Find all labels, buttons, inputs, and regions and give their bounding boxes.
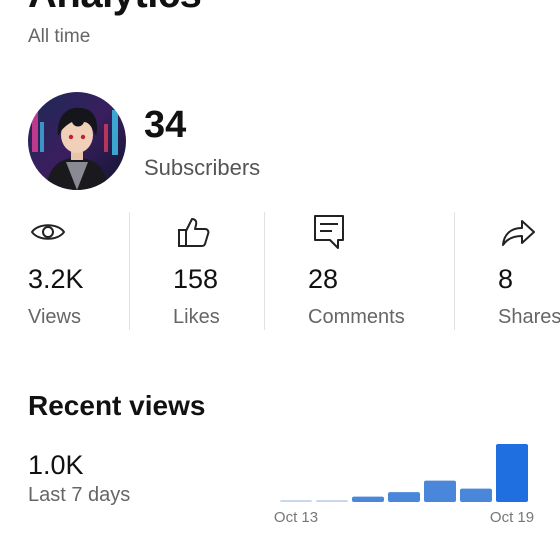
stat-label: Shares	[498, 306, 560, 328]
chart-bar	[280, 500, 312, 502]
stat-value: 28	[308, 264, 339, 294]
avatar[interactable]	[28, 92, 126, 190]
divider	[129, 212, 130, 330]
share-icon	[498, 212, 538, 252]
chart-bar	[352, 496, 384, 502]
x-tick-label: Oct 19	[490, 509, 534, 526]
recent-views-chart[interactable]: Oct 13 Oct 19	[270, 436, 540, 536]
recent-views-range: Last 7 days	[28, 484, 131, 506]
stat-label: Views	[28, 306, 81, 328]
stat-value: 3.2K	[28, 264, 84, 294]
avatar-image	[28, 92, 126, 190]
stat-value: 8	[498, 264, 514, 294]
thumbs-up-icon	[173, 212, 213, 252]
chart-bar	[496, 444, 528, 502]
chart-bar	[388, 492, 420, 502]
divider	[264, 212, 265, 330]
subscriber-count: 34	[144, 104, 187, 146]
period-label[interactable]: All time	[28, 26, 90, 48]
comment-icon	[308, 212, 348, 252]
eye-icon	[28, 212, 68, 252]
recent-views-title: Recent views	[28, 390, 206, 421]
stat-label: Comments	[308, 306, 405, 328]
chart-bar	[424, 480, 456, 502]
chart-bar	[316, 500, 348, 502]
x-tick-label: Oct 13	[274, 509, 318, 526]
stat-value: 158	[173, 264, 219, 294]
chart-bar	[460, 488, 492, 502]
recent-views-value: 1.0K	[28, 450, 84, 480]
subscriber-label: Subscribers	[144, 155, 261, 180]
stat-label: Likes	[173, 306, 220, 328]
divider	[454, 212, 455, 330]
page-title: Analytics	[28, 0, 202, 17]
